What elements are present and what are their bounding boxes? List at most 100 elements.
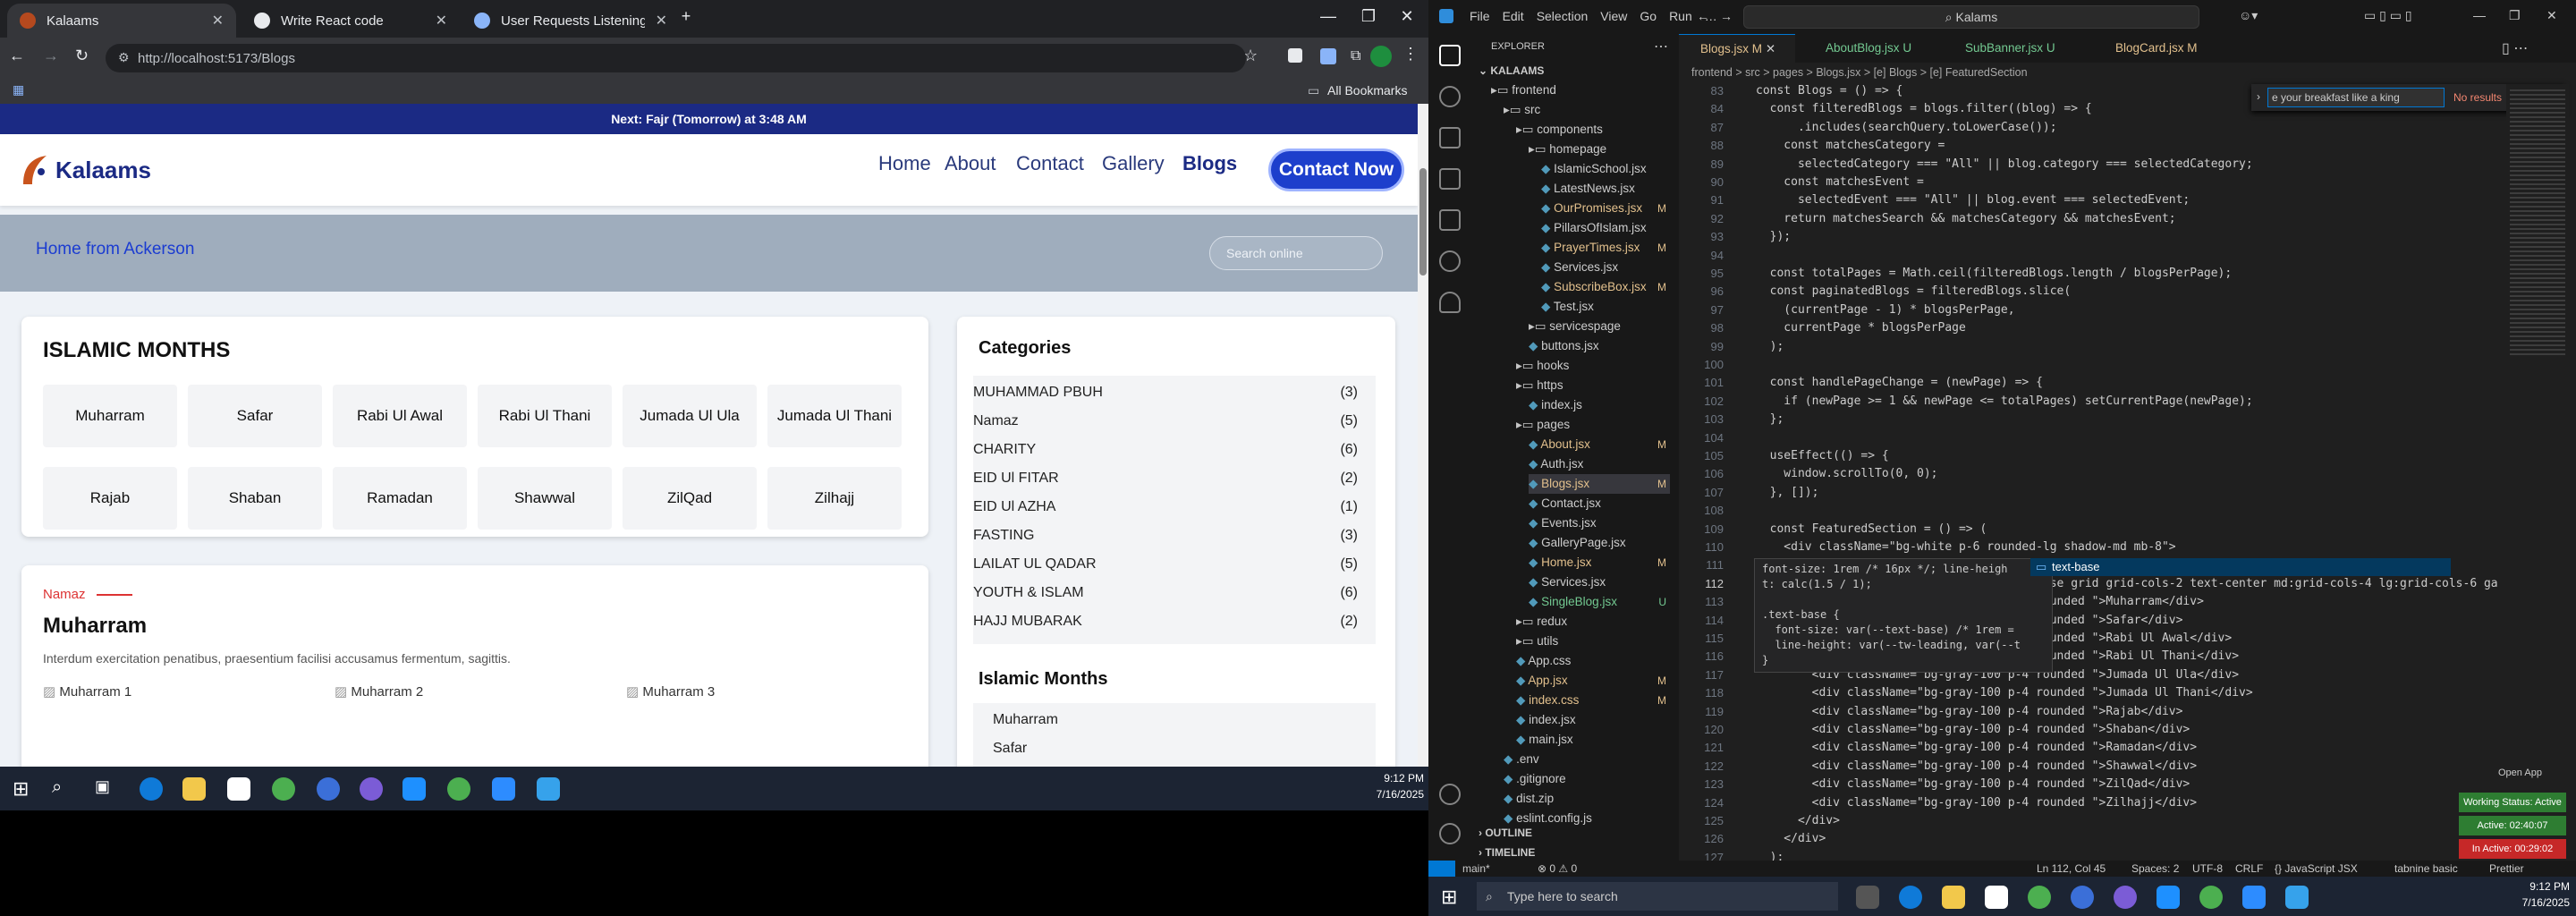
photos-icon[interactable] (537, 777, 560, 801)
tree-item[interactable]: ◆ IslamicSchool.jsx (1541, 159, 1670, 179)
git-branch[interactable]: main* (1462, 862, 1490, 875)
editor-tab-blogs[interactable]: Blogs.jsx M ✕ (1679, 34, 1795, 63)
windows-start-icon[interactable]: ⊞ (1441, 886, 1457, 909)
tree-item[interactable]: ◆ .gitignore (1504, 769, 1670, 789)
code-line[interactable]: <div className="bg-white p-6 rounded-lg … (1756, 540, 2175, 554)
tree-item[interactable]: ◆ OurPromises.jsx M (1541, 199, 1670, 218)
code-line[interactable]: const totalPages = Math.ceil(filteredBlo… (1756, 267, 2233, 280)
edge-icon[interactable] (140, 777, 163, 801)
islamic-month-item[interactable]: Safar (993, 741, 1027, 757)
all-bookmarks-link[interactable]: All Bookmarks (1327, 83, 1407, 98)
code-line[interactable]: .includes(searchQuery.toLowerCase()); (1756, 121, 2057, 134)
tree-item[interactable]: ▸▭ servicespage (1529, 317, 1670, 336)
task-view-icon[interactable] (1856, 886, 1879, 909)
code-line[interactable]: <div className="bg-gray-100 p-4 rounded … (1756, 686, 2253, 700)
tree-item[interactable]: ◆ App.jsx M (1516, 671, 1670, 691)
tree-item[interactable]: ◆ Blogs.jsx M (1529, 474, 1670, 494)
tree-item[interactable]: ▸▭ components (1516, 120, 1670, 140)
screenshot-extension-icon[interactable] (1320, 48, 1336, 64)
breadcrumb[interactable]: Home from Ackerson (36, 240, 194, 259)
code-line[interactable]: const matchesEvent = (1756, 175, 1924, 189)
chrome-tab-write-react[interactable]: Write React code ✕ (242, 4, 460, 38)
site-logo[interactable]: Kalaams (20, 152, 151, 188)
search-icon[interactable]: ⌕ (52, 777, 62, 798)
code-line[interactable]: </div> (1756, 814, 1840, 827)
menu-item[interactable]: Edit (1503, 9, 1524, 23)
code-line[interactable]: }); (1756, 230, 1792, 243)
code-line[interactable]: selectedCategory === "All" || blog.categ… (1756, 157, 2253, 171)
explorer-icon[interactable] (1439, 45, 1461, 66)
split-editor-icon[interactable]: ▯ ⋯ (2502, 39, 2528, 57)
prettier-status[interactable]: Prettier (2489, 862, 2524, 875)
close-tab-icon[interactable]: ✕ (212, 12, 224, 30)
chrome-tab-user-requests[interactable]: User Requests Listening Assista ✕ (462, 4, 680, 38)
profile-avatar[interactable] (1370, 46, 1392, 67)
tree-item[interactable]: ◆ index.jsx (1516, 710, 1670, 730)
nav-home[interactable]: Home (878, 152, 931, 175)
tree-item[interactable]: ▸▭ pages (1516, 415, 1670, 435)
nav-about[interactable]: About (945, 152, 996, 175)
code-line[interactable]: window.scrollTo(0, 0); (1756, 467, 1937, 480)
month-box[interactable]: Muharram (43, 385, 177, 447)
store-icon[interactable] (1985, 886, 2008, 909)
code-line[interactable]: <div className="bg-gray-100 p-4 rounded … (1756, 705, 2183, 718)
menu-item[interactable]: View (1600, 9, 1627, 23)
mongodb-icon[interactable] (1439, 292, 1461, 313)
extension-icon[interactable] (1288, 48, 1302, 63)
month-box[interactable]: Safar (188, 385, 322, 447)
close-window-icon[interactable]: ✕ (1394, 7, 1420, 26)
month-box[interactable]: Shawwal (478, 467, 612, 530)
islamic-month-item[interactable]: Muharram (993, 712, 1058, 728)
nav-forward-icon[interactable]: → (1720, 9, 1733, 23)
category-row[interactable]: CHARITY (6) (973, 442, 1358, 458)
page-scrollbar[interactable] (1418, 104, 1428, 767)
editor-tab-subbanner[interactable]: SubBanner.jsx U (1944, 34, 2087, 63)
code-line[interactable]: ); (1756, 340, 1784, 353)
code-line[interactable]: const filteredBlogs = blogs.filter((blog… (1756, 102, 2092, 115)
code-line[interactable]: if (newPage >= 1 && newPage <= totalPage… (1756, 394, 2252, 408)
tree-item[interactable]: ▸▭ hooks (1516, 356, 1670, 376)
tree-item[interactable]: ▸▭ src (1504, 100, 1670, 120)
tabnine-status[interactable]: tabnine basic (2394, 862, 2458, 875)
nav-blogs[interactable]: Blogs (1182, 152, 1237, 175)
month-box[interactable]: Jumada Ul Ula (623, 385, 757, 447)
editor-breadcrumb[interactable]: frontend > src > pages > Blogs.jsx > [e]… (1691, 66, 2028, 79)
tree-item[interactable]: ◆ .env (1504, 750, 1670, 769)
month-box[interactable]: Shaban (188, 467, 322, 530)
month-box[interactable]: ZilQad (623, 467, 757, 530)
tree-item[interactable]: ▸▭ frontend (1491, 81, 1670, 100)
month-box[interactable]: Rajab (43, 467, 177, 530)
code-line[interactable]: </div> (1756, 832, 1826, 845)
tree-item[interactable]: ◆ Auth.jsx (1529, 454, 1670, 474)
encoding[interactable]: UTF-8 (2192, 862, 2223, 875)
category-row[interactable]: HAJJ MUBARAK (2) (973, 614, 1358, 630)
tree-item[interactable]: ◆ PillarsOfIslam.jsx (1541, 218, 1670, 238)
post-title[interactable]: Muharram (43, 614, 147, 639)
tree-item[interactable]: ◆ Events.jsx (1529, 513, 1670, 533)
code-line[interactable]: <div className="bg-gray-100 p-4 rounded … (1756, 723, 2190, 736)
puzzle-icon[interactable]: ⧉ (1351, 48, 1360, 64)
tree-item[interactable]: ◆ SubscribeBox.jsx M (1541, 277, 1670, 297)
tree-item[interactable]: ◆ index.js (1529, 395, 1670, 415)
month-box[interactable]: Rabi Ul Awal (333, 385, 467, 447)
nav-back-icon[interactable]: ← (1697, 9, 1709, 23)
task-view-icon[interactable]: ▣ (95, 777, 110, 796)
maximize-icon[interactable]: ❐ (1355, 7, 1382, 26)
close-tab-icon[interactable]: ✕ (656, 12, 667, 30)
code-line[interactable]: <div className="bg-gray-100 p-4 rounded … (1756, 759, 2197, 773)
more-actions-icon[interactable]: ⋯ (1654, 38, 1668, 55)
menu-item[interactable]: File (1470, 9, 1490, 23)
tree-item[interactable]: ◆ Home.jsx M (1529, 553, 1670, 572)
close-tab-icon[interactable]: ✕ (1766, 42, 1775, 55)
code-line[interactable]: currentPage * blogsPerPage (1756, 321, 1966, 335)
chrome-taskbar-icon[interactable] (2028, 886, 2051, 909)
remote-indicator-icon[interactable] (1428, 861, 1455, 877)
nav-gallery[interactable]: Gallery (1102, 152, 1165, 175)
working-status-badge[interactable]: Working Status: Active (2459, 793, 2566, 812)
minimize-icon[interactable]: — (1315, 7, 1342, 26)
tree-item[interactable]: ◆ dist.zip (1504, 789, 1670, 809)
problems-count[interactable]: ⊗ 0 ⚠ 0 (1538, 862, 1577, 875)
store-icon[interactable] (227, 777, 250, 801)
contact-now-button[interactable]: Contact Now (1268, 148, 1404, 191)
new-tab-button[interactable]: + (673, 7, 699, 26)
